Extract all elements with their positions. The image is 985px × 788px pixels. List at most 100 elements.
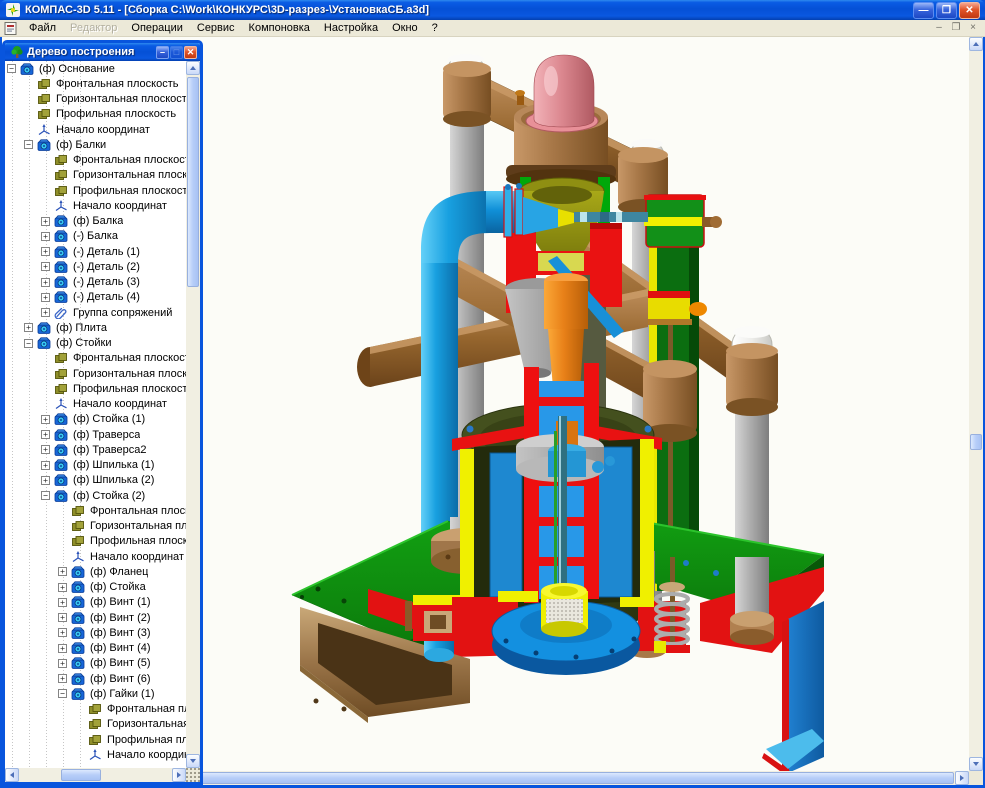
tree-item[interactable]: +(ф) Стойка: [5, 580, 186, 595]
menu-item-Настройка[interactable]: Настройка: [317, 21, 385, 35]
expand-toggle-icon[interactable]: +: [41, 278, 50, 287]
tree-scroll-down-button[interactable]: [186, 754, 200, 768]
viewport-vertical-scrollbar[interactable]: [969, 37, 983, 771]
expand-toggle-icon[interactable]: +: [41, 247, 50, 256]
expand-toggle-icon[interactable]: +: [41, 430, 50, 439]
expand-toggle-icon[interactable]: +: [58, 674, 67, 683]
scroll-down-button[interactable]: [969, 757, 983, 771]
expand-toggle-icon[interactable]: +: [41, 217, 50, 226]
tree-item[interactable]: +(-) Деталь (1): [5, 244, 186, 259]
tree-scroll-right-button[interactable]: [172, 768, 186, 782]
tree-item[interactable]: +(ф) Плита: [5, 320, 186, 335]
tree-close-button[interactable]: ✕: [184, 46, 197, 59]
expand-toggle-icon[interactable]: +: [41, 293, 50, 302]
tree-item[interactable]: +(-) Деталь (3): [5, 275, 186, 290]
scroll-right-button[interactable]: [955, 771, 969, 785]
tree-item[interactable]: Фронтальная плоскость: [5, 503, 186, 518]
tree-item[interactable]: −(ф) Стойка (2): [5, 488, 186, 503]
titlebar[interactable]: КОМПАС-3D 5.11 - [Сборка C:\Work\КОНКУРС…: [0, 0, 985, 20]
tree-scroll-left-button[interactable]: [5, 768, 19, 782]
tree-item[interactable]: +Группа сопряжений: [5, 305, 186, 320]
collapse-toggle-icon[interactable]: −: [7, 64, 16, 73]
menu-item-Операции[interactable]: Операции: [124, 21, 189, 35]
tree-scroll-up-button[interactable]: [186, 61, 200, 75]
expand-toggle-icon[interactable]: +: [41, 461, 50, 470]
mdi-close-button[interactable]: ×: [965, 21, 981, 35]
tree-item[interactable]: Начало координат: [5, 122, 186, 137]
tree-item[interactable]: Горизонтальная плоскость: [5, 92, 186, 107]
expand-toggle-icon[interactable]: +: [58, 613, 67, 622]
tree-item[interactable]: +(ф) Винт (1): [5, 595, 186, 610]
expand-toggle-icon[interactable]: +: [58, 659, 67, 668]
resize-grip[interactable]: [186, 768, 200, 782]
assembly-document-icon[interactable]: [3, 21, 18, 36]
tree-maximize-button[interactable]: □: [170, 46, 183, 59]
minimize-button[interactable]: —: [913, 2, 934, 19]
tree-item[interactable]: Профильная плоскость: [5, 107, 186, 122]
tree-item[interactable]: +(ф) Шпилька (2): [5, 473, 186, 488]
collapse-toggle-icon[interactable]: −: [41, 491, 50, 500]
tree-item[interactable]: +(ф) Фланец: [5, 564, 186, 579]
collapse-toggle-icon[interactable]: −: [24, 339, 33, 348]
expand-toggle-icon[interactable]: +: [58, 583, 67, 592]
expand-toggle-icon[interactable]: +: [58, 567, 67, 576]
expand-toggle-icon[interactable]: +: [41, 415, 50, 424]
tree-item[interactable]: −(ф) Балки: [5, 137, 186, 152]
tree-item[interactable]: Профильная плоскость: [5, 183, 186, 198]
tree-view[interactable]: −(ф) ОснованиеФронтальная плоскостьГориз…: [5, 61, 186, 768]
tree-item[interactable]: +(ф) Траверса: [5, 427, 186, 442]
tree-item[interactable]: Профильная плоскость: [5, 381, 186, 396]
expand-toggle-icon[interactable]: +: [41, 445, 50, 454]
restore-button[interactable]: ❐: [936, 2, 957, 19]
tree-vertical-scroll-thumb[interactable]: [187, 77, 199, 287]
tree-item[interactable]: Начало координат: [5, 549, 186, 564]
menu-item-Сервис[interactable]: Сервис: [190, 21, 242, 35]
tree-item[interactable]: +(ф) Винт (2): [5, 610, 186, 625]
expand-toggle-icon[interactable]: +: [24, 323, 33, 332]
tree-item[interactable]: Начало координат: [5, 397, 186, 412]
menu-item-Компоновка[interactable]: Компоновка: [242, 21, 317, 35]
tree-item[interactable]: Фронтальная плоскость: [5, 351, 186, 366]
expand-toggle-icon[interactable]: +: [58, 644, 67, 653]
tree-horizontal-scrollbar[interactable]: [5, 768, 186, 782]
tree-item[interactable]: −(ф) Стойки: [5, 336, 186, 351]
tree-minimize-button[interactable]: –: [156, 46, 169, 59]
tree-item[interactable]: Начало координат: [5, 747, 186, 762]
tree-item[interactable]: +(ф) Винт (5): [5, 656, 186, 671]
tree-item[interactable]: +(-) Балка: [5, 229, 186, 244]
tree-item[interactable]: Фронтальная плоскость: [5, 153, 186, 168]
close-button[interactable]: ✕: [959, 2, 980, 19]
tree-item[interactable]: Фронтальная плоскость: [5, 702, 186, 717]
tree-item[interactable]: Горизонтальная плоскость: [5, 519, 186, 534]
tree-item[interactable]: +(-) Деталь (4): [5, 290, 186, 305]
menu-item-Окно[interactable]: Окно: [385, 21, 425, 35]
mdi-minimize-button[interactable]: –: [931, 21, 947, 35]
tree-item[interactable]: −(ф) Гайки (1): [5, 686, 186, 701]
tree-panel-titlebar[interactable]: Дерево построения – □ ✕: [5, 43, 200, 61]
tree-horizontal-scroll-thumb[interactable]: [61, 769, 101, 781]
expand-toggle-icon[interactable]: +: [41, 262, 50, 271]
tree-item[interactable]: Фронтальная плоскость: [5, 76, 186, 91]
tree-item[interactable]: +(ф) Балка: [5, 214, 186, 229]
tree-item[interactable]: +(ф) Шпилька (1): [5, 458, 186, 473]
tree-item[interactable]: +(ф) Винт (4): [5, 641, 186, 656]
tree-item[interactable]: Профильная плоскость: [5, 732, 186, 747]
tree-item[interactable]: +(-) Деталь (2): [5, 259, 186, 274]
tree-item[interactable]: Начало координат: [5, 198, 186, 213]
menu-item-Файл[interactable]: Файл: [22, 21, 63, 35]
mdi-restore-button[interactable]: ❐: [948, 21, 964, 35]
tree-item[interactable]: +(ф) Винт (3): [5, 625, 186, 640]
tree-item[interactable]: −(ф) Основание: [5, 61, 186, 76]
expand-toggle-icon[interactable]: +: [41, 308, 50, 317]
collapse-toggle-icon[interactable]: −: [58, 689, 67, 698]
tree-item[interactable]: +(ф) Траверса2: [5, 442, 186, 457]
scroll-up-button[interactable]: [969, 37, 983, 51]
vertical-scroll-thumb[interactable]: [970, 434, 982, 450]
expand-toggle-icon[interactable]: +: [58, 628, 67, 637]
expand-toggle-icon[interactable]: +: [58, 598, 67, 607]
tree-item[interactable]: Горизонтальная плоскость: [5, 168, 186, 183]
tree-item[interactable]: Горизонтальная плоскость: [5, 717, 186, 732]
tree-item[interactable]: Профильная плоскость: [5, 534, 186, 549]
expand-toggle-icon[interactable]: +: [41, 232, 50, 241]
tree-vertical-scrollbar[interactable]: [186, 61, 200, 768]
